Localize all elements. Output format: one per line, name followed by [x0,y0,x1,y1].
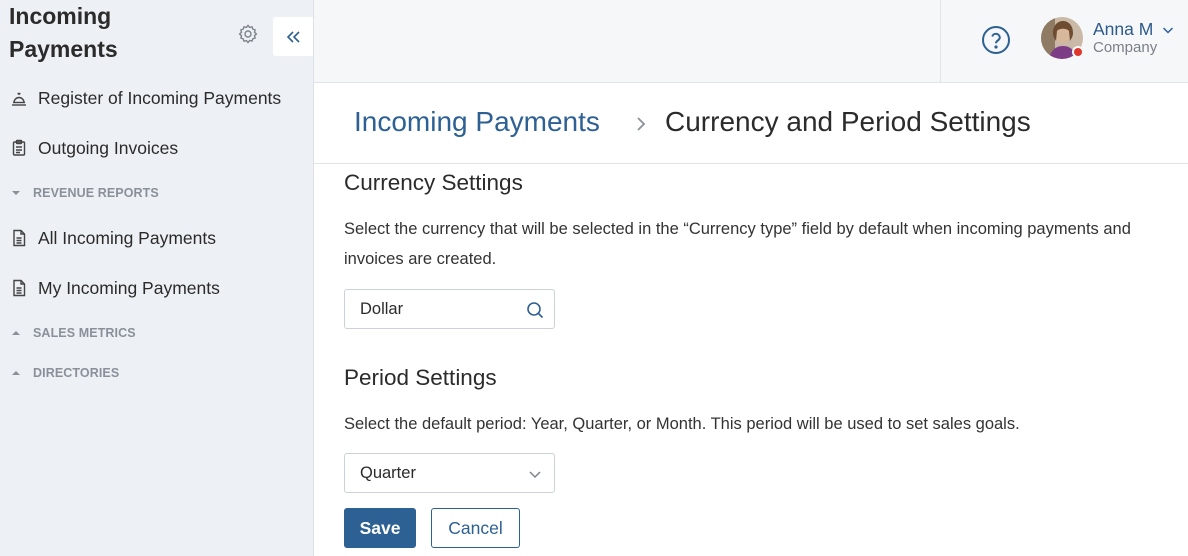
status-indicator [1072,46,1084,58]
caret-up-icon [12,331,20,335]
cancel-button[interactable]: Cancel [431,508,520,548]
clipboard-icon [12,139,26,156]
sidebar: Incoming Payments Register of Incoming P… [0,0,314,556]
sidebar-group-sales-metrics[interactable]: SALES METRICS [0,318,313,348]
search-icon[interactable] [526,301,544,319]
currency-value: Dollar [360,300,404,318]
caret-down-icon [12,191,20,195]
period-select[interactable]: Quarter [344,453,555,493]
document-icon [13,229,26,247]
sidebar-group-label: REVENUE REPORTS [33,186,159,200]
sidebar-group-label: SALES METRICS [33,326,136,340]
period-settings-description: Select the default period: Year, Quarter… [344,415,1020,433]
caret-up-icon [12,371,20,375]
chevron-down-icon[interactable] [1162,25,1174,35]
sidebar-group-label: DIRECTORIES [33,366,120,380]
sidebar-item-label: My Incoming Payments [38,277,220,298]
sidebar-item-label: All Incoming Payments [38,227,216,248]
sidebar-group-directories[interactable]: DIRECTORIES [0,358,313,388]
double-chevron-left-icon [286,30,300,43]
breadcrumb-link-incoming-payments[interactable]: Incoming Payments [354,106,600,138]
chevron-right-icon [637,117,646,131]
chevron-down-icon [529,471,541,479]
bell-register-icon [12,92,26,106]
top-bar: Anna M Company [314,0,1188,83]
gear-icon[interactable] [236,22,260,46]
period-value: Quarter [360,464,416,482]
help-icon [982,26,1010,54]
user-company: Company [1093,39,1158,56]
user-name[interactable]: Anna M [1093,19,1153,40]
save-button[interactable]: Save [344,508,416,548]
divider [940,0,941,83]
currency-select[interactable]: Dollar [344,289,555,329]
help-button[interactable] [981,25,1011,55]
document-icon [13,279,26,297]
breadcrumb: Incoming Payments Currency and Period Se… [314,84,1188,164]
page-title: Currency and Period Settings [665,106,1031,137]
sidebar-title: Incoming Payments [9,3,118,62]
sidebar-item-register-of-incoming-payments[interactable]: Register of Incoming Payments [0,78,313,118]
currency-settings-description: Select the currency that will be selecte… [344,220,1131,268]
sidebar-item-label: Outgoing Invoices [38,137,179,158]
sidebar-item-my-incoming-payments[interactable]: My Incoming Payments [0,268,313,308]
period-settings-title: Period Settings [344,365,497,390]
currency-settings-title: Currency Settings [344,170,523,195]
sidebar-item-outgoing-invoices[interactable]: Outgoing Invoices [0,128,313,168]
sidebar-item-label: Register of Incoming Payments [38,87,282,108]
sidebar-item-all-incoming-payments[interactable]: All Incoming Payments [0,218,313,258]
collapse-sidebar-button[interactable] [273,17,313,56]
sidebar-group-revenue-reports[interactable]: REVENUE REPORTS [0,178,313,208]
